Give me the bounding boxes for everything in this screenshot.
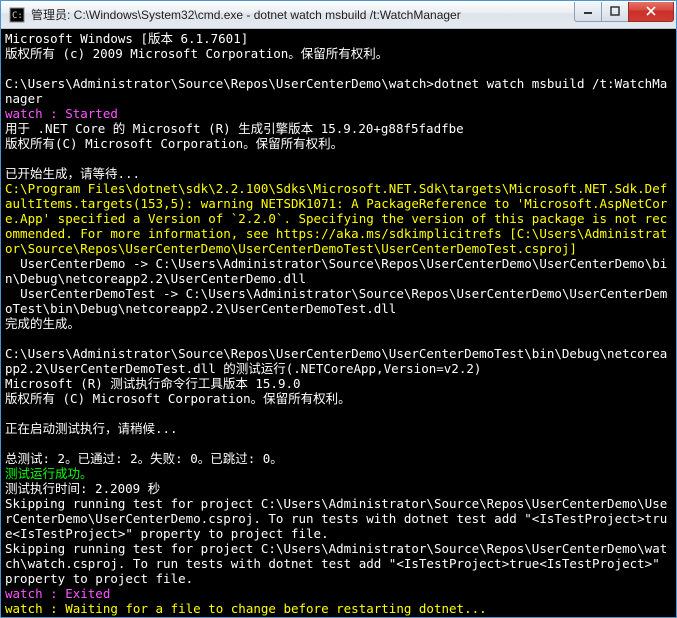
console-line	[5, 406, 672, 421]
console-line: Skipping running test for project C:\Use…	[5, 541, 672, 586]
console-line	[5, 436, 672, 451]
console-line: 正在启动测试执行，请稍候...	[5, 421, 672, 436]
minimize-button[interactable]	[574, 2, 602, 22]
console-line: watch : Exited	[5, 586, 672, 601]
console-line: watch : Waiting for a file to change bef…	[5, 601, 672, 616]
console-line: UserCenterDemoTest -> C:\Users\Administr…	[5, 286, 672, 316]
console-line: C:\Users\Administrator\Source\Repos\User…	[5, 346, 672, 376]
minimize-icon	[583, 6, 593, 16]
console-line: 完成的生成。	[5, 316, 672, 331]
console-line: 总测试: 2。已通过: 2。失败: 0。已跳过: 0。	[5, 451, 672, 466]
console-line: C:\Users\Administrator\Source\Repos\User…	[5, 76, 672, 106]
console-line: watch : Started	[5, 106, 672, 121]
console-line: UserCenterDemo -> C:\Users\Administrator…	[5, 256, 672, 286]
console-line: 版权所有(C) Microsoft Corporation。保留所有权利。	[5, 136, 672, 151]
maximize-icon	[610, 6, 620, 16]
console-line: 版权所有 (c) 2009 Microsoft Corporation。保留所有…	[5, 46, 672, 61]
titlebar[interactable]: C: 管理员: C:\Windows\System32\cmd.exe - do…	[1, 1, 676, 29]
app-icon: C:	[7, 5, 27, 25]
console-line: 测试执行时间: 2.2009 秒	[5, 481, 672, 496]
console-output[interactable]: Microsoft Windows [版本 6.1.7601]版权所有 (c) …	[1, 29, 676, 617]
console-line	[5, 151, 672, 166]
window-title: 管理员: C:\Windows\System32\cmd.exe - dotne…	[31, 6, 575, 23]
console-line: 已开始生成，请等待...	[5, 166, 672, 181]
console-line: C:\Program Files\dotnet\sdk\2.2.100\Sdks…	[5, 181, 672, 256]
console-line: 测试运行成功。	[5, 466, 672, 481]
console-line: Microsoft Windows [版本 6.1.7601]	[5, 31, 672, 46]
console-line	[5, 331, 672, 346]
console-line: Skipping running test for project C:\Use…	[5, 496, 672, 541]
close-button[interactable]	[628, 2, 674, 22]
window-controls	[575, 2, 674, 22]
console-line	[5, 61, 672, 76]
close-icon	[645, 6, 657, 16]
console-line: 用于 .NET Core 的 Microsoft (R) 生成引擎版本 15.9…	[5, 121, 672, 136]
maximize-button[interactable]	[601, 2, 629, 22]
svg-text:C:: C:	[12, 11, 23, 21]
console-line: 版权所有 (C) Microsoft Corporation。保留所有权利。	[5, 391, 672, 406]
console-line: Microsoft (R) 测试执行命令行工具版本 15.9.0	[5, 376, 672, 391]
app-window: C: 管理员: C:\Windows\System32\cmd.exe - do…	[0, 0, 677, 618]
